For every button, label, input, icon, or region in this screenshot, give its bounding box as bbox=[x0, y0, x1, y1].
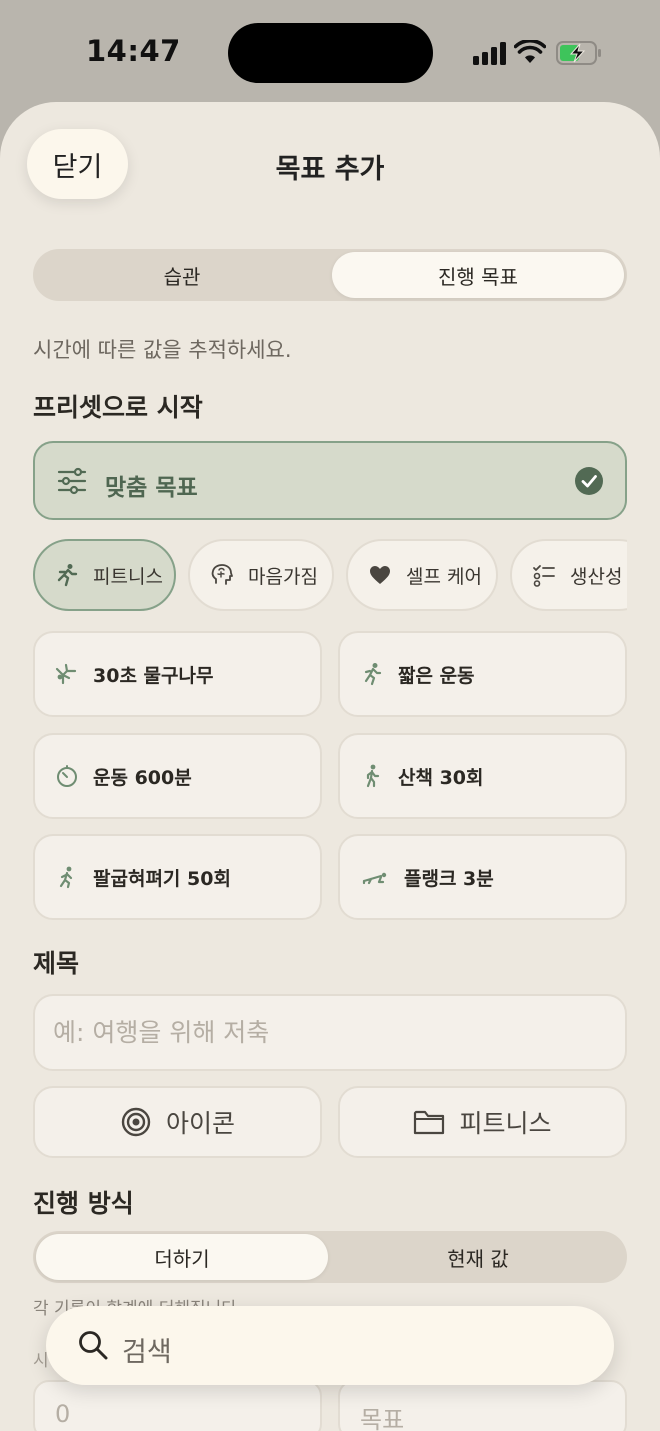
progress-section-label: 진행 방식 bbox=[33, 1189, 134, 1218]
segment-habit[interactable]: 습관 bbox=[36, 252, 328, 298]
pushup-icon bbox=[59, 866, 73, 889]
battery-charging-icon bbox=[556, 41, 601, 65]
chip-label: 셀프 케어 bbox=[406, 565, 482, 588]
folder-icon bbox=[414, 1110, 445, 1135]
target-value-field[interactable]: 목표 bbox=[338, 1380, 627, 1431]
preset-section-label: 프리셋으로 시작 bbox=[33, 393, 203, 422]
progress-mode-segment: 더하기 현재 값 bbox=[33, 1231, 627, 1283]
plank-icon bbox=[362, 872, 387, 885]
category-chips: 피트니스 마음가짐 셀프 케어 생산성 bbox=[33, 539, 627, 611]
brain-icon bbox=[211, 564, 233, 585]
segment-add[interactable]: 더하기 bbox=[36, 1234, 328, 1280]
preset-plank-3[interactable]: 플랭크 3분 bbox=[338, 834, 627, 920]
preset-short-workout[interactable]: 짧은 운동 bbox=[338, 631, 627, 717]
goal-type-description: 시간에 따른 값을 추적하세요. bbox=[33, 338, 292, 362]
sheet-title: 목표 추가 bbox=[275, 154, 385, 185]
cellular-signal-icon bbox=[473, 41, 507, 65]
search-bar[interactable]: 검색 bbox=[46, 1306, 614, 1385]
status-bar: 14:47 bbox=[0, 0, 660, 100]
dynamic-island bbox=[228, 23, 433, 83]
choose-category-button[interactable]: 피트니스 bbox=[338, 1086, 627, 1158]
goal-type-segment: 습관 진행 목표 bbox=[33, 249, 627, 301]
preset-label: 30초 물구나무 bbox=[93, 664, 214, 687]
custom-goal-label: 맞춤 목표 bbox=[105, 475, 198, 501]
custom-goal-option[interactable]: 맞춤 목표 bbox=[33, 441, 627, 520]
choose-icon-label: 아이콘 bbox=[165, 1109, 235, 1138]
preset-label: 짧은 운동 bbox=[398, 664, 475, 687]
start-value-field[interactable]: 0 bbox=[33, 1380, 322, 1431]
heart-icon bbox=[370, 566, 390, 584]
preset-walk-30[interactable]: 산책 30회 bbox=[338, 733, 627, 819]
chip-label: 생산성 bbox=[570, 565, 623, 588]
search-placeholder: 검색 bbox=[122, 1337, 172, 1368]
preset-label: 팔굽혀펴기 50회 bbox=[93, 867, 231, 890]
checkmark-icon bbox=[575, 467, 603, 495]
target-icon bbox=[121, 1107, 151, 1137]
preset-exercise-600[interactable]: 운동 600분 bbox=[33, 733, 322, 819]
segment-current-value[interactable]: 현재 값 bbox=[332, 1234, 624, 1280]
title-section-label: 제목 bbox=[33, 949, 80, 978]
running-icon bbox=[57, 564, 78, 587]
preset-pushups-50[interactable]: 팔굽혀펴기 50회 bbox=[33, 834, 322, 920]
choose-category-label: 피트니스 bbox=[459, 1109, 552, 1138]
walking-icon bbox=[366, 764, 380, 788]
chip-label: 마음가짐 bbox=[248, 565, 318, 588]
chip-fitness[interactable]: 피트니스 bbox=[33, 539, 176, 611]
preset-label: 운동 600분 bbox=[93, 766, 192, 789]
search-icon bbox=[79, 1331, 108, 1360]
sliders-icon bbox=[57, 467, 87, 495]
preset-label: 플랭크 3분 bbox=[404, 867, 494, 890]
preset-label: 산책 30회 bbox=[398, 766, 484, 789]
choose-icon-button[interactable]: 아이콘 bbox=[33, 1086, 322, 1158]
running-icon bbox=[364, 663, 382, 686]
chip-mindset[interactable]: 마음가짐 bbox=[188, 539, 334, 611]
chip-self-care[interactable]: 셀프 케어 bbox=[346, 539, 498, 611]
wifi-icon bbox=[514, 40, 546, 63]
goal-title-input[interactable] bbox=[33, 994, 627, 1071]
status-time: 14:47 bbox=[86, 34, 181, 68]
preset-handstand[interactable]: 30초 물구나무 bbox=[33, 631, 322, 717]
chip-productivity[interactable]: 생산성 bbox=[510, 539, 627, 611]
chip-label: 피트니스 bbox=[93, 565, 163, 588]
segment-progress-goal[interactable]: 진행 목표 bbox=[332, 252, 624, 298]
checklist-icon bbox=[533, 565, 555, 587]
timer-icon bbox=[57, 765, 77, 787]
handstand-icon bbox=[55, 663, 77, 685]
